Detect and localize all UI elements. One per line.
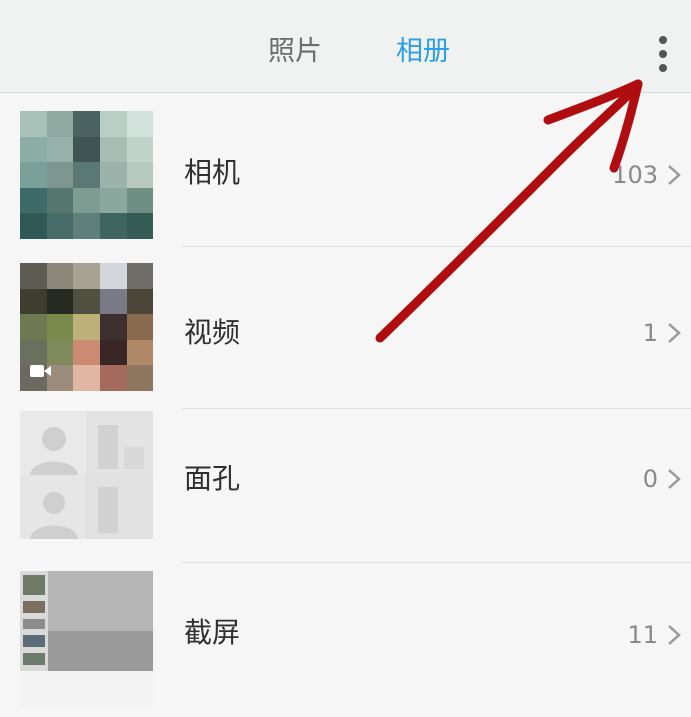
album-count: 0 xyxy=(642,465,658,493)
chevron-right-icon xyxy=(668,323,681,343)
face-placeholder-icon xyxy=(98,487,118,533)
face-placeholder-icon xyxy=(98,425,144,469)
face-placeholder-icon xyxy=(30,427,78,475)
album-count: 1 xyxy=(642,319,658,347)
album-thumbnail-faces xyxy=(20,411,153,539)
face-placeholder-icon xyxy=(30,492,78,539)
album-name: 视频 xyxy=(184,316,241,349)
chevron-right-icon xyxy=(668,625,681,645)
video-camera-icon xyxy=(30,365,51,377)
more-vertical-icon xyxy=(659,36,667,44)
album-thumbnail-screenshots xyxy=(20,571,153,707)
more-dot xyxy=(659,50,667,58)
row-divider xyxy=(182,246,691,247)
album-count: 11 xyxy=(627,621,658,649)
album-name: 相机 xyxy=(184,156,241,189)
tab-albums[interactable]: 相册 xyxy=(396,30,450,74)
album-row-screenshots[interactable]: 截屏 11 xyxy=(0,563,691,717)
album-thumbnail-camera xyxy=(20,111,153,239)
more-dot xyxy=(659,64,667,72)
album-row-video[interactable]: 视频 1 xyxy=(0,255,691,409)
album-name: 面孔 xyxy=(184,462,241,495)
album-name: 截屏 xyxy=(184,616,241,649)
album-thumbnail-video xyxy=(20,263,153,391)
top-tab-bar: 照片 相册 xyxy=(0,0,691,93)
chevron-right-icon xyxy=(668,469,681,489)
album-count: 103 xyxy=(612,161,658,189)
more-options-button[interactable] xyxy=(648,32,678,76)
tab-photos[interactable]: 照片 xyxy=(268,30,322,74)
album-row-camera[interactable]: 相机 103 xyxy=(0,93,691,247)
album-row-faces[interactable]: 面孔 0 xyxy=(0,409,691,563)
chevron-right-icon xyxy=(668,165,681,185)
